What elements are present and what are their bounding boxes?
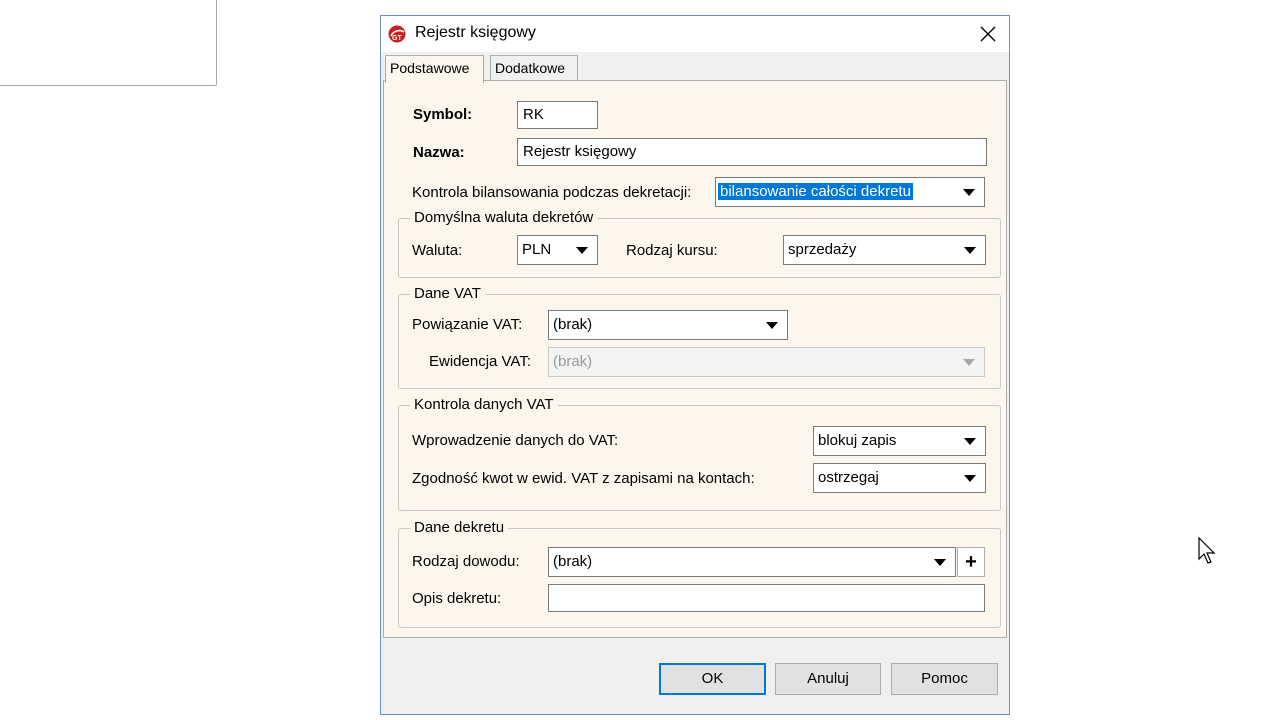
dialog-title: Rejestr księgowy bbox=[415, 24, 536, 41]
currency-label: Waluta: bbox=[412, 242, 463, 259]
register-dialog: GT Rejestr księgowy Podstawowe Dodatkowe… bbox=[380, 15, 1010, 715]
vat-match-select[interactable]: ostrzegaj bbox=[813, 463, 986, 493]
vat-match-value: ostrzegaj bbox=[818, 469, 879, 486]
add-doc-type-button[interactable]: + bbox=[957, 547, 985, 577]
decree-description-input[interactable] bbox=[548, 584, 985, 612]
help-button[interactable]: Pomoc bbox=[891, 663, 998, 695]
vat-link-select[interactable]: (brak) bbox=[548, 310, 788, 340]
rate-type-select[interactable]: sprzedaży bbox=[783, 235, 986, 265]
vat-entry-select[interactable]: blokuj zapis bbox=[813, 426, 986, 456]
currency-group-legend: Domyślna waluta dekretów bbox=[410, 209, 598, 226]
balance-control-label: Kontrola bilansowania podczas dekretacji… bbox=[412, 184, 692, 201]
decree-legend: Dane dekretu bbox=[410, 519, 509, 536]
chevron-down-icon bbox=[964, 247, 976, 254]
balance-control-select[interactable]: bilansowanie całości dekretu bbox=[715, 177, 985, 207]
background-panel bbox=[0, 0, 217, 86]
chevron-down-icon bbox=[964, 475, 976, 482]
currency-select[interactable]: PLN bbox=[517, 235, 598, 265]
vat-data-legend: Dane VAT bbox=[410, 285, 485, 302]
mouse-cursor-icon bbox=[1198, 537, 1216, 564]
vat-register-value: (brak) bbox=[553, 353, 593, 370]
decree-group bbox=[398, 528, 1001, 628]
chevron-down-icon bbox=[963, 359, 975, 366]
name-label: Nazwa: bbox=[413, 144, 465, 161]
doc-type-label: Rodzaj dowodu: bbox=[412, 553, 520, 570]
vat-control-group bbox=[398, 405, 1001, 511]
vat-link-value: (brak) bbox=[553, 316, 593, 333]
svg-text:GT: GT bbox=[392, 35, 402, 42]
chevron-down-icon bbox=[964, 438, 976, 445]
ok-button[interactable]: OK bbox=[659, 663, 766, 695]
rate-type-value: sprzedaży bbox=[788, 241, 857, 258]
doc-type-value: (brak) bbox=[553, 553, 593, 570]
vat-entry-label: Wprowadzenie danych do VAT: bbox=[412, 432, 619, 449]
chevron-down-icon bbox=[576, 247, 588, 254]
doc-type-select[interactable]: (brak) bbox=[548, 547, 956, 577]
tab-dodatkowe[interactable]: Dodatkowe bbox=[490, 55, 578, 81]
vat-entry-value: blokuj zapis bbox=[818, 432, 897, 449]
vat-register-label: Ewidencja VAT: bbox=[429, 353, 531, 370]
rate-type-label: Rodzaj kursu: bbox=[626, 242, 718, 259]
chevron-down-icon bbox=[934, 559, 946, 566]
tab-podstawowe[interactable]: Podstawowe bbox=[385, 55, 484, 83]
plus-icon: + bbox=[965, 550, 977, 573]
currency-value: PLN bbox=[522, 241, 552, 258]
vat-link-label: Powiązanie VAT: bbox=[412, 316, 523, 333]
gt-logo-icon: GT bbox=[388, 25, 406, 43]
name-input[interactable]: Rejestr księgowy bbox=[517, 138, 987, 166]
symbol-input[interactable]: RK bbox=[517, 101, 598, 129]
chevron-down-icon bbox=[766, 322, 778, 329]
vat-register-select: (brak) bbox=[548, 347, 985, 377]
close-button[interactable] bbox=[971, 20, 1005, 48]
close-icon bbox=[980, 26, 996, 42]
title-bar[interactable]: GT Rejestr księgowy bbox=[381, 16, 1009, 52]
symbol-label: Symbol: bbox=[413, 106, 473, 123]
chevron-down-icon bbox=[963, 189, 975, 196]
cancel-button[interactable]: Anuluj bbox=[775, 663, 881, 695]
vat-match-label: Zgodność kwot w ewid. VAT z zapisami na … bbox=[412, 470, 755, 487]
vat-control-legend: Kontrola danych VAT bbox=[410, 396, 558, 413]
decree-description-label: Opis dekretu: bbox=[412, 590, 502, 607]
balance-control-value: bilansowanie całości dekretu bbox=[718, 183, 913, 200]
